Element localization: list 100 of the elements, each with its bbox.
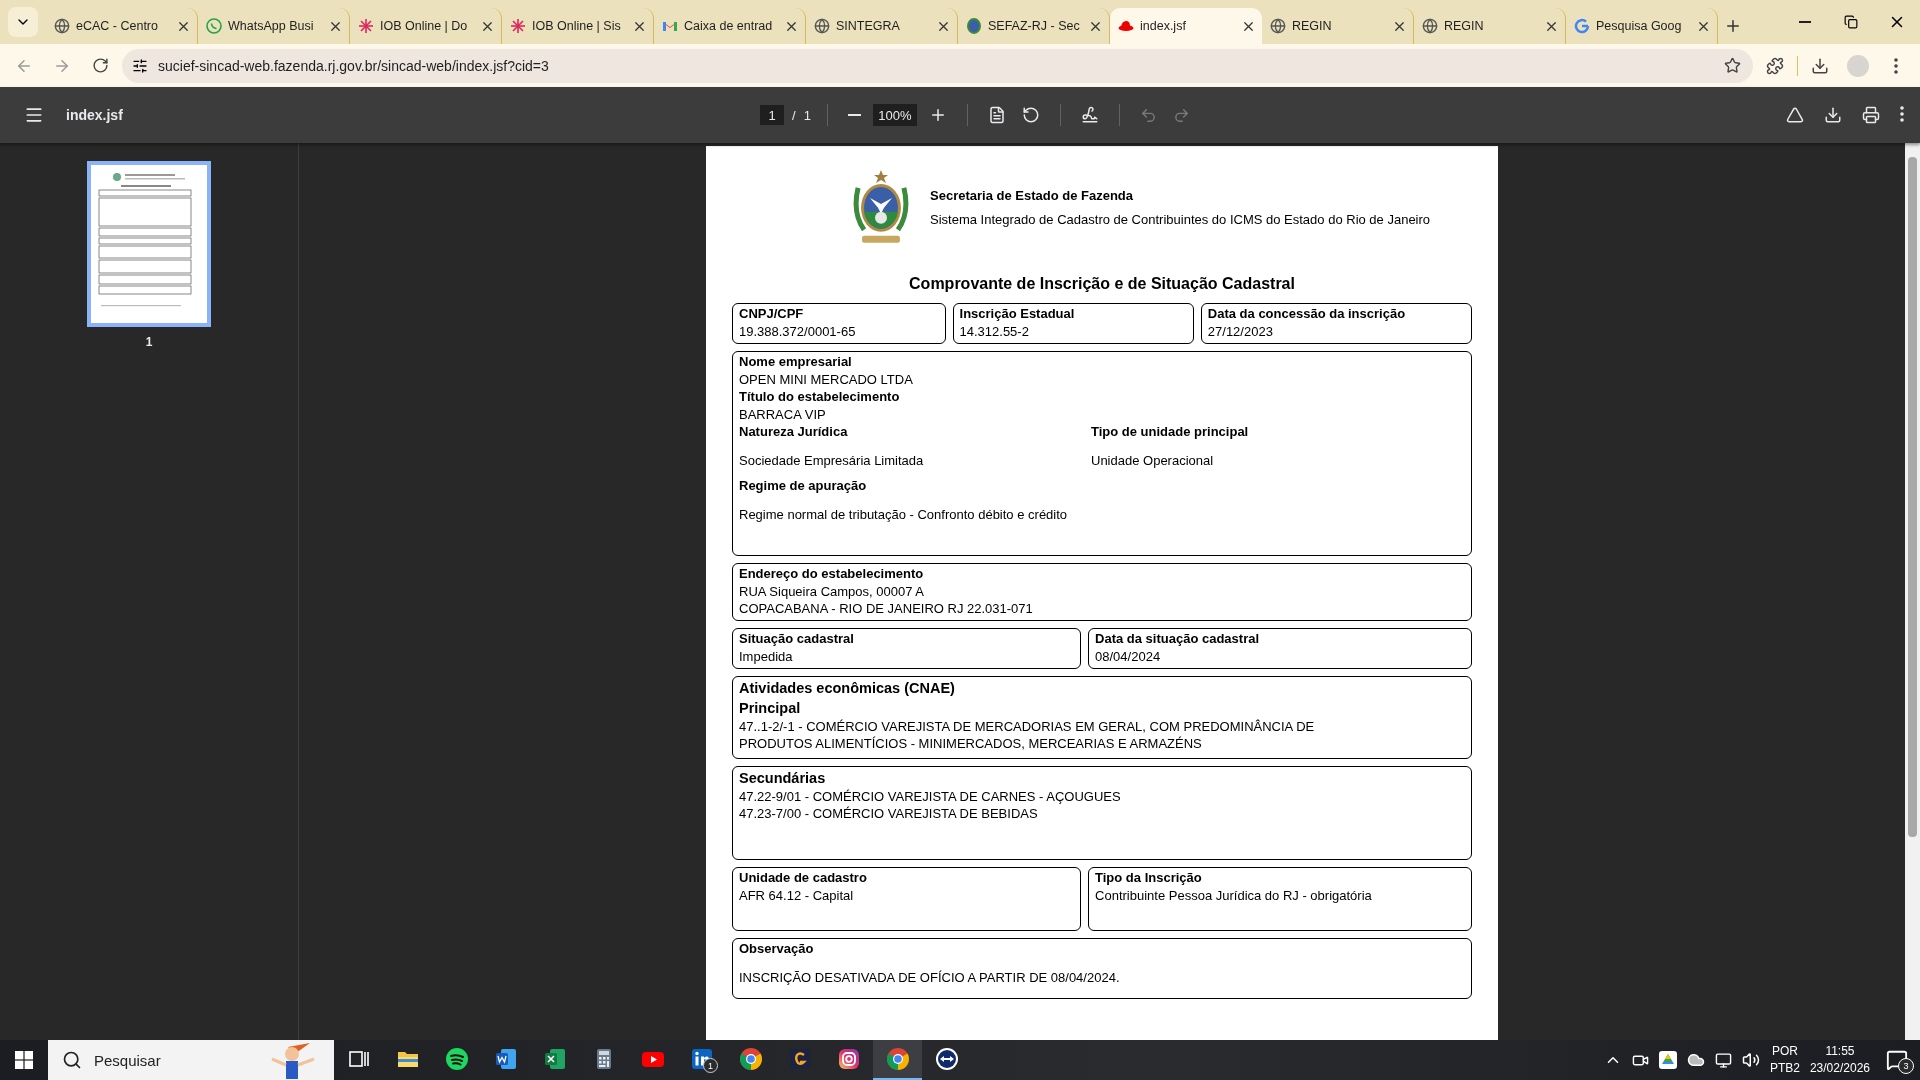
field-label: Data da situação cadastral (1095, 629, 1261, 648)
field-label: Regime de apuração (739, 476, 868, 495)
undo-icon (1139, 106, 1157, 124)
page-total: 1 (803, 107, 811, 123)
redo-icon (1172, 106, 1190, 124)
field-value: Regime normal de tributação - Confronto débito e crédito (739, 505, 1069, 523)
taskbar-app-button[interactable] (873, 1040, 922, 1080)
camera-app-icon (836, 1047, 861, 1071)
field-value: INSCRIÇÃO DESATIVADA DE OFÍCIO A PARTIR DE 08/04/2024. (739, 968, 1121, 986)
field-value: 47..1-2/-1 - COMÉRCIO VAREJISTA DE MERCADORIAS EM GERAL, COM PREDOMINÂNCIA DE (739, 717, 1316, 735)
plus-icon (1724, 17, 1742, 35)
field-value: Unidade Operacional (1091, 451, 1215, 469)
app-icon (787, 1047, 812, 1071)
asterisk-icon (510, 18, 526, 34)
field-value: 47.22-9/01 - COMÉRCIO VAREJISTA DE CARNES - AÇOUGUES (739, 787, 1122, 805)
section-heading: Principal (739, 698, 802, 718)
field-label: Endereço do estabelecimento (739, 564, 925, 583)
field-value: RUA Siqueira Campos, 00007 A (739, 582, 925, 600)
more-icon (1900, 106, 1904, 122)
restore-icon (1844, 15, 1858, 29)
field-value: AFR 64.12 - Capital (739, 886, 855, 904)
file-name: index.jsf (66, 107, 123, 123)
site-info-icon (132, 57, 148, 74)
download-icon (1811, 56, 1829, 75)
field-value: BARRACA VIP (739, 405, 827, 423)
field-value: 19.388.372/0001-65 (739, 322, 857, 340)
field-value: Sociedade Empresária Limitada (739, 451, 925, 469)
minus-icon (847, 114, 861, 116)
zoom-field[interactable]: 100% (872, 104, 917, 126)
reload-icon (91, 57, 109, 74)
field-label: Nome empresarial (739, 352, 853, 371)
page-thumbnail[interactable] (87, 161, 211, 327)
field-label: Natureza Jurídica (739, 422, 849, 441)
chat-bubble-icon (206, 18, 222, 34)
volume-icon (1741, 1051, 1760, 1069)
browser-icon (885, 1047, 910, 1071)
crest-icon (966, 18, 982, 34)
field-value: 14.312.55-2 (959, 322, 1030, 340)
spotify-icon (444, 1047, 469, 1071)
triangle-icon (1786, 106, 1804, 124)
field-label: Inscrição Estadual (959, 304, 1076, 323)
browser-tab[interactable]: index.jsf (1110, 8, 1262, 44)
search-field[interactable]: Pesquisar (92, 1050, 256, 1070)
taskbar-app-button[interactable]: 1 (677, 1040, 726, 1080)
rotate-icon (1021, 106, 1040, 124)
tab-search-button[interactable] (8, 7, 38, 37)
globe-icon (814, 18, 830, 34)
field-label: Unidade de cadastro (739, 868, 868, 887)
page-number-field[interactable]: 1 (760, 105, 784, 125)
field-value: COPACABANA - RIO DE JANEIRO RJ 22.031-071 (739, 599, 1034, 617)
more-icon (1894, 57, 1898, 74)
field-label: Tipo da Inscrição (1095, 868, 1203, 887)
search-icon (62, 1050, 82, 1070)
page-number: 1 (145, 335, 153, 349)
menu-icon (24, 105, 44, 125)
document-app-icon (493, 1047, 518, 1071)
pen-stroke-icon (1080, 106, 1099, 124)
taskbar-search-bar[interactable]: Pesquisar (48, 1040, 334, 1080)
bookmark-star-icon (1724, 57, 1741, 74)
page-icon (987, 106, 1006, 124)
download-icon (1824, 106, 1842, 124)
language-indicator[interactable]: POR PTB2 (1769, 1043, 1800, 1077)
spreadsheet-app-icon (542, 1047, 567, 1071)
field-value: Contribuinte Pessoa Jurídica do RJ - obrigatória (1095, 886, 1373, 904)
field-value: Impedida (739, 647, 794, 665)
puzzle-icon (1766, 56, 1784, 75)
field-label: Situação cadastral (739, 629, 855, 648)
hat-icon (1118, 18, 1134, 34)
section-heading: Secundárias (739, 768, 827, 788)
page-separator: / (792, 107, 796, 123)
system-name: Sistema Integrado de Cadastro de Contribuintes do ICMS do Estado do Rio de Janeiro (930, 211, 1431, 227)
windows-logo-icon (15, 1051, 33, 1069)
message-icon (1886, 1049, 1908, 1071)
field-value: 47.23-7/00 - COMÉRCIO VAREJISTA DE BEBIDAS (739, 804, 1039, 822)
google-icon (1574, 18, 1590, 34)
count-badge: 1 (703, 1058, 718, 1073)
field-label: Observação (739, 939, 815, 958)
globe-icon (54, 18, 70, 34)
browser-icon (738, 1047, 763, 1071)
drive-icon (1658, 1051, 1677, 1069)
field-value: OPEN MINI MERCADO LTDA (739, 370, 914, 388)
asterisk-icon (358, 18, 374, 34)
new-tab-button[interactable] (1724, 17, 1742, 35)
field-label: Data da concessão da inscrição (1207, 304, 1407, 323)
section-heading: Atividades econômicas (CNAE) (739, 678, 956, 698)
field-value: 08/04/2024 (1095, 647, 1162, 665)
document-title: Comprovante de Inscrição e de Situação Cadastral (908, 274, 1296, 293)
field-value: PRODUTOS ALIMENTÍCIOS - MINIMERCADOS, MERCEARIAS E ARMAZÉNS (739, 734, 1203, 752)
cloud-icon (1686, 1051, 1705, 1069)
field-value: 27/12/2023 (1207, 322, 1274, 340)
scrollbar[interactable] (1905, 143, 1920, 1040)
agency-name: Secretaria de Estado de Fazenda (930, 187, 1135, 203)
network-icon (1714, 1051, 1732, 1069)
address-field[interactable]: sucief-sincad-web.fazenda.rj.gov.br/sincad-web/index.jsf?cid=3 (122, 48, 1753, 83)
globe-icon (1422, 18, 1438, 34)
globe-icon (1270, 18, 1286, 34)
remote-control-icon (934, 1047, 959, 1071)
clock[interactable]: 11:55 23/02/2026 (1809, 1043, 1870, 1077)
notifications-button[interactable]: 3 (1880, 1049, 1914, 1071)
field-label: Tipo de unidade principal (1091, 422, 1250, 441)
